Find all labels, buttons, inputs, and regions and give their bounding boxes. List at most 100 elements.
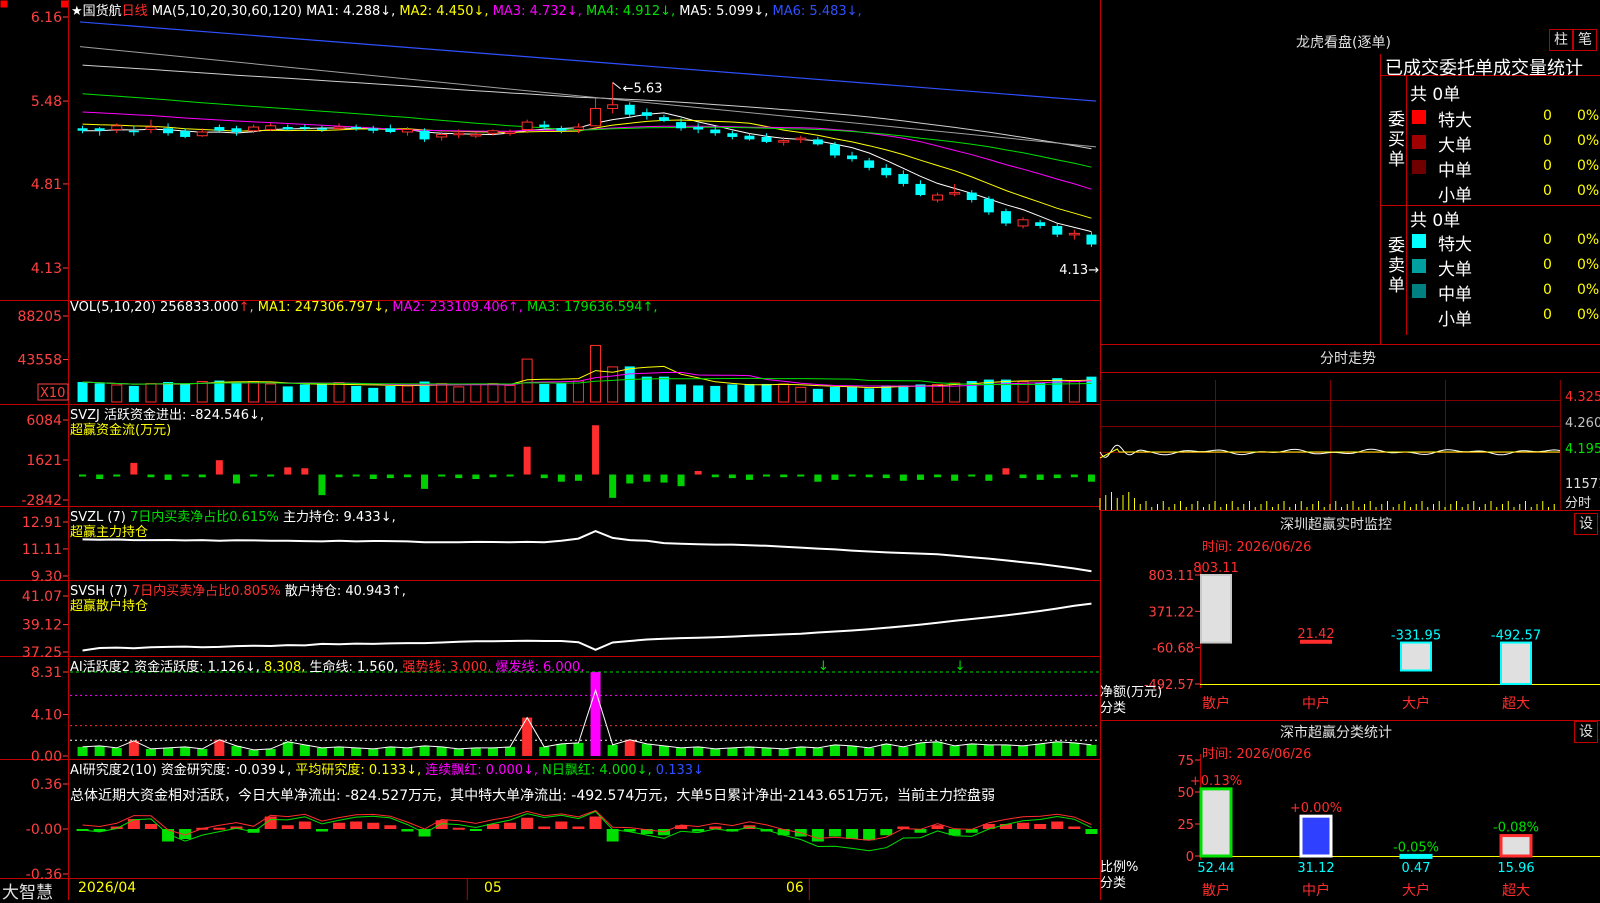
ai-res-bar-29 [555, 821, 568, 829]
sz-class-ytick-1: 75 [1177, 754, 1194, 769]
ai2-bar-33 [624, 739, 635, 756]
svsh-rest: 散户持仓: 40.943↑, [280, 584, 406, 599]
ai2-signal-1: ↓ [818, 659, 829, 674]
ai-res-bar-46 [846, 829, 859, 839]
candle-body-36 [676, 122, 687, 129]
sell-pct-3: 0% [1577, 282, 1600, 298]
ai2-bar-32 [607, 744, 618, 756]
ma2-line [82, 119, 1092, 219]
ai2-bar-57 [1035, 743, 1046, 756]
ai2-bar-53 [966, 743, 977, 756]
svzl-ytick-3: 9.30 [31, 569, 62, 585]
vol-bar-36 [676, 384, 687, 402]
sz-monitor-ytick-1: 803.11 [1149, 569, 1195, 584]
star-icon: ★ [71, 4, 83, 19]
vol-bar-31 [590, 344, 602, 403]
ai-res-bar-60 [1085, 829, 1098, 834]
ai-res-bar-58 [1051, 821, 1064, 829]
candle-body-8 [196, 131, 208, 137]
ai2-bar-9 [214, 739, 225, 756]
candle-body-29 [556, 128, 567, 131]
candle-body-18 [368, 128, 379, 131]
sz-class-value-4: 15.96 [1497, 861, 1534, 876]
sell-pct-1: 0% [1577, 232, 1600, 248]
buy-count-4: 0 [1543, 183, 1552, 199]
ai2-bar-15 [316, 747, 327, 756]
ai2-bar-52 [949, 745, 960, 756]
candle-body-5 [145, 126, 157, 131]
svzj-bar-13 [284, 467, 292, 475]
fenshi-ytick-2: 4.260 [1565, 416, 1600, 431]
sz-monitor-value-1: 803.11 [1193, 561, 1239, 576]
longhu-tabs[interactable]: 已成交委托单成交量统计 [1385, 54, 1583, 80]
sell-pct-4: 0% [1577, 307, 1600, 323]
svzj-bar-53 [968, 474, 976, 477]
svzj-bar-48 [882, 474, 890, 479]
period-label[interactable]: 日线 [122, 4, 148, 19]
sell-swatch-2 [1412, 259, 1426, 273]
svzl-line [82, 530, 1092, 573]
kline-legend: ★国货航日线 MA(5,10,20,30,60,120) MA1: 4.288↓… [71, 0, 862, 19]
candle-body-50 [915, 183, 926, 196]
ai2-bar-47 [864, 747, 875, 756]
ma-legend-item-2: MA2: 4.450↓, [395, 4, 489, 19]
ai2-bar-59 [1069, 742, 1080, 756]
sz-class-ytick-3: 25 [1177, 818, 1194, 833]
ai2-bar-6 [163, 747, 174, 756]
candle-body-39 [727, 133, 738, 137]
svzj-bar-2 [96, 474, 104, 480]
vol-bar-11 [248, 381, 260, 403]
sz-monitor-ytick-2: 371.22 [1149, 605, 1195, 620]
svzj-bar-31 [592, 425, 600, 475]
svzj-bar-49 [899, 474, 907, 481]
price-ytick-4: 4.13 [31, 261, 62, 277]
vol-ma-values: MA1: 247306.797↓, MA2: 233109.406↑, MA3:… [258, 300, 658, 315]
vol-bar-44 [812, 388, 823, 402]
stock-name[interactable]: 国货航 [83, 4, 122, 19]
vol-unit-label: X10 [40, 386, 65, 401]
vol-bar-49 [898, 385, 909, 402]
pen-mode-button[interactable]: 笔 [1573, 29, 1597, 51]
svzj-bar-11 [250, 474, 258, 477]
sz-class-settings-button[interactable]: 设 [1574, 721, 1598, 743]
candle-body-15 [316, 128, 327, 130]
svsh-pct: 7日内买卖净占比0.805% [131, 584, 281, 599]
candle-body-58 [1052, 225, 1063, 235]
ai2-bar-3 [111, 747, 122, 756]
buy-pct-4: 0% [1577, 183, 1600, 199]
ai2-bar-44 [812, 747, 823, 756]
sz-monitor-settings-button[interactable]: 设 [1574, 513, 1598, 535]
bar-mode-button[interactable]: 柱 [1549, 29, 1573, 51]
ai2-legend-item-5: 爆发线: 6.000, [491, 660, 585, 675]
vol-value: 256833.000 [160, 300, 239, 315]
ai-res-bar-26 [504, 822, 517, 829]
sz-monitor-cat-1: 散户 [1202, 695, 1230, 712]
candle-body-7 [180, 130, 191, 137]
svzj-bar-41 [763, 474, 771, 477]
vol-bar-41 [761, 383, 772, 402]
svzj-bar-55 [1002, 468, 1010, 475]
svzj-bar-58 [1053, 474, 1061, 479]
svzj-bar-20 [403, 474, 411, 478]
sell-total: 共 0单 [1410, 211, 1461, 231]
buy-swatch-3 [1412, 160, 1426, 174]
vol-bar-35 [658, 376, 669, 402]
ai2-bar-20 [402, 747, 413, 756]
vol-ytick-2: 43558 [17, 353, 62, 369]
ai-res-bar-9 [213, 827, 226, 830]
svzj-bar-52 [951, 474, 959, 481]
svzj-ytick-1: 6084 [26, 413, 62, 429]
sz-class-xlabel: 分类 [1100, 876, 1127, 891]
svzj-bar-24 [472, 474, 480, 480]
svzl-subtitle: 超赢主力持仓 [70, 525, 149, 540]
sz-class-time: 时间: 2026/06/26 [1202, 747, 1312, 762]
sell-count-1: 0 [1543, 232, 1552, 248]
sz-monitor-value-3: -331.95 [1391, 629, 1441, 644]
date-label-2: 05 [484, 880, 502, 896]
candle-body-19 [385, 128, 396, 132]
ai-res-bar-44 [811, 829, 824, 842]
vol-bar-2 [94, 383, 105, 402]
ai2-bar-54 [983, 744, 994, 756]
ai2-bar-10 [231, 745, 242, 756]
svzj-bar-59 [1070, 474, 1078, 478]
